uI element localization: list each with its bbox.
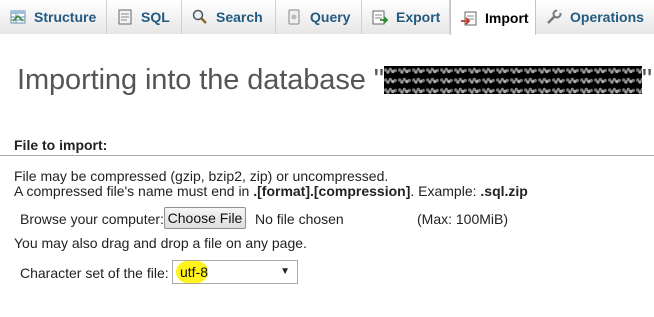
structure-icon [10, 10, 26, 24]
example-filename: .sql.zip [480, 183, 528, 199]
redacted-database-name [383, 66, 642, 94]
tab-import[interactable]: Import [450, 0, 536, 35]
section-divider [0, 155, 654, 156]
tab-bar: Structure SQL Search Query Export Import… [0, 0, 654, 35]
tab-sql-label: SQL [141, 9, 170, 25]
no-file-status: No file chosen [255, 211, 344, 227]
choose-file-button[interactable]: Choose File [164, 207, 246, 229]
tab-query[interactable]: Query [276, 0, 362, 34]
tab-query-label: Query [310, 9, 351, 25]
sql-icon [118, 9, 132, 25]
compression-info: File may be compressed (gzip, bzip2, zip… [14, 168, 389, 184]
compression-example: A compressed file's name must end in .[f… [14, 183, 528, 199]
tab-search[interactable]: Search [182, 0, 276, 34]
browse-label: Browse your computer: [20, 211, 164, 227]
page-title-prefix: Importing into the database " [17, 64, 384, 96]
example-prefix: A compressed file's name must end in [14, 183, 254, 199]
page-title: Importing into the database " " [17, 64, 652, 97]
tab-search-label: Search [216, 9, 263, 25]
search-icon [192, 9, 207, 24]
query-icon [288, 9, 300, 25]
charset-value: utf-8 [180, 264, 209, 280]
example-format: .[format].[compression] [253, 183, 411, 199]
tab-sql[interactable]: SQL [107, 0, 182, 34]
operations-icon [547, 9, 562, 24]
charset-label: Character set of the file: [20, 265, 169, 281]
tab-structure[interactable]: Structure [0, 0, 107, 34]
charset-select[interactable]: utf-8 ▼ [172, 260, 298, 284]
export-icon [372, 10, 389, 25]
tab-export-label: Export [396, 9, 441, 25]
page-title-suffix: " [641, 64, 653, 96]
tab-operations[interactable]: Operations [536, 0, 654, 34]
chevron-down-icon: ▼ [280, 266, 290, 277]
tab-structure-label: Structure [34, 9, 97, 25]
tab-operations-label: Operations [570, 9, 644, 25]
tab-import-label: Import [485, 9, 529, 26]
section-title: File to import: [14, 137, 108, 153]
import-icon [461, 11, 477, 25]
tab-export[interactable]: Export [362, 0, 450, 34]
example-mid: . Example: [410, 183, 481, 199]
max-size-label: (Max: 100MiB) [417, 211, 509, 227]
drag-drop-hint: You may also drag and drop a file on any… [14, 235, 307, 251]
